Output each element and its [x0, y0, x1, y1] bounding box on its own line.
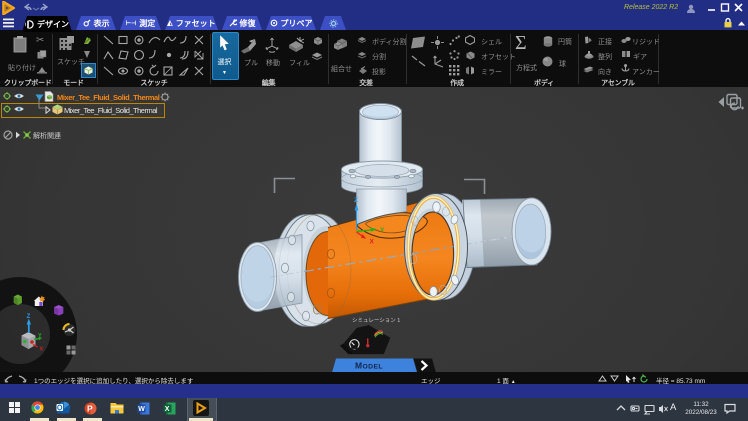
- svg-text:Z: Z: [354, 197, 358, 204]
- svg-text:X: X: [370, 239, 375, 246]
- svg-text:W: W: [138, 406, 145, 413]
- svg-text:X: X: [40, 347, 44, 353]
- svg-text:P: P: [87, 404, 93, 414]
- svg-text:Y: Y: [38, 333, 42, 339]
- svg-text:Y: Y: [380, 227, 385, 234]
- svg-text:Z: Z: [27, 314, 31, 320]
- svg-text:X: X: [165, 406, 170, 413]
